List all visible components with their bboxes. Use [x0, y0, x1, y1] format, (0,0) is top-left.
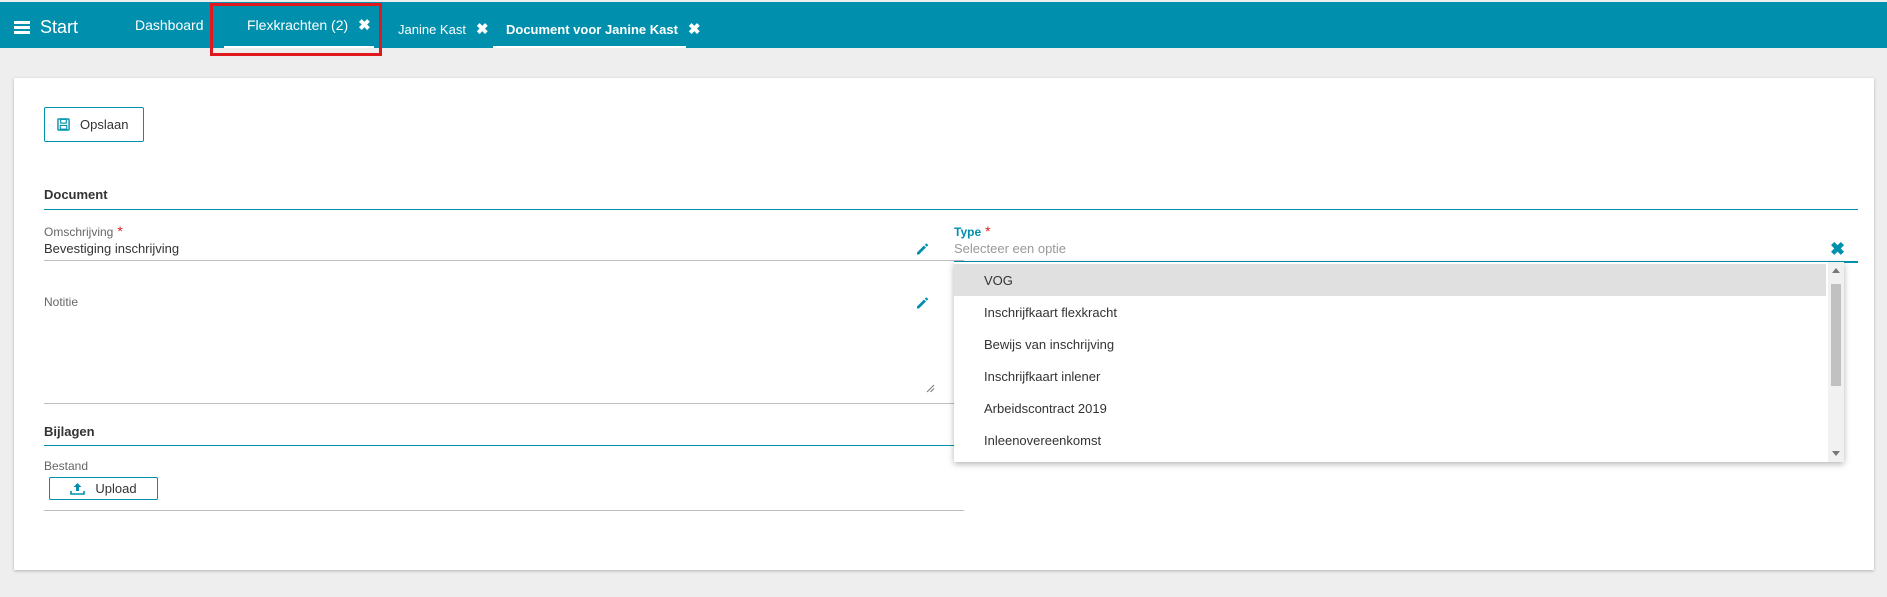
document-section-title: Document	[44, 187, 108, 202]
start-menu-button[interactable]: Start	[14, 16, 78, 38]
tab-underline	[493, 46, 686, 48]
option-arbeidscontract-2019[interactable]: Arbeidscontract 2019	[954, 392, 1826, 424]
option-inschrijfkaart-flexkracht[interactable]: Inschrijfkaart flexkracht	[954, 296, 1826, 328]
notitie-textarea[interactable]	[44, 318, 934, 373]
bijlagen-section-title: Bijlagen	[44, 424, 95, 439]
omschrijving-field[interactable]: Bevestiging inschrijving	[44, 241, 179, 256]
save-button[interactable]: Opslaan	[44, 107, 144, 142]
dropdown-scrollbar[interactable]	[1828, 262, 1844, 462]
type-label: Type *	[954, 223, 991, 239]
document-section-divider	[44, 209, 1858, 210]
pencil-icon[interactable]	[915, 296, 929, 310]
option-bewijs-van-inschrijving[interactable]: Bewijs van inschrijving	[954, 328, 1826, 360]
tab-janine-kast[interactable]: Janine Kast ✖	[398, 6, 489, 52]
upload-label: Upload	[95, 481, 137, 496]
omschrijving-underline	[44, 260, 964, 261]
start-label: Start	[40, 16, 79, 37]
resize-grip-icon[interactable]	[926, 384, 935, 393]
upload-icon	[70, 483, 86, 495]
bestand-label: Bestand	[44, 459, 89, 473]
close-icon[interactable]: ✖	[688, 20, 701, 38]
type-options-dropdown: VOG Inschrijfkaart flexkracht Bewijs van…	[954, 262, 1844, 462]
close-icon[interactable]: ✖	[476, 20, 489, 38]
notitie-label: Notitie	[44, 295, 79, 309]
bestand-underline	[44, 510, 964, 511]
tab-label: Janine Kast	[398, 21, 466, 37]
scrollbar-thumb[interactable]	[1831, 284, 1841, 386]
required-mark: *	[117, 223, 123, 239]
clear-selection-icon[interactable]: ✖	[1830, 239, 1845, 260]
option-vog[interactable]: VOG	[954, 264, 1826, 296]
hamburger-icon	[14, 20, 30, 34]
tab-label: Dashboard	[135, 17, 204, 33]
type-select[interactable]: Selecteer een optie	[954, 241, 1066, 256]
floppy-disk-icon	[57, 118, 70, 131]
tab-dashboard[interactable]: Dashboard	[135, 2, 204, 48]
save-label: Opslaan	[80, 117, 129, 132]
scroll-up-arrow-icon[interactable]	[1832, 268, 1840, 273]
upload-button[interactable]: Upload	[49, 477, 158, 500]
option-inleenovereenkomst[interactable]: Inleenovereenkomst	[954, 424, 1826, 456]
scroll-down-arrow-icon[interactable]	[1832, 451, 1840, 456]
required-mark: *	[985, 223, 991, 239]
pencil-icon[interactable]	[915, 242, 929, 256]
notitie-underline	[44, 403, 964, 404]
bijlagen-section-divider	[44, 445, 964, 446]
omschrijving-label: Omschrijving *	[44, 223, 123, 239]
option-inschrijfkaart-inlener[interactable]: Inschrijfkaart inlener	[954, 360, 1826, 392]
highlight-box	[210, 3, 382, 56]
tab-label: Document voor Janine Kast	[506, 21, 678, 37]
